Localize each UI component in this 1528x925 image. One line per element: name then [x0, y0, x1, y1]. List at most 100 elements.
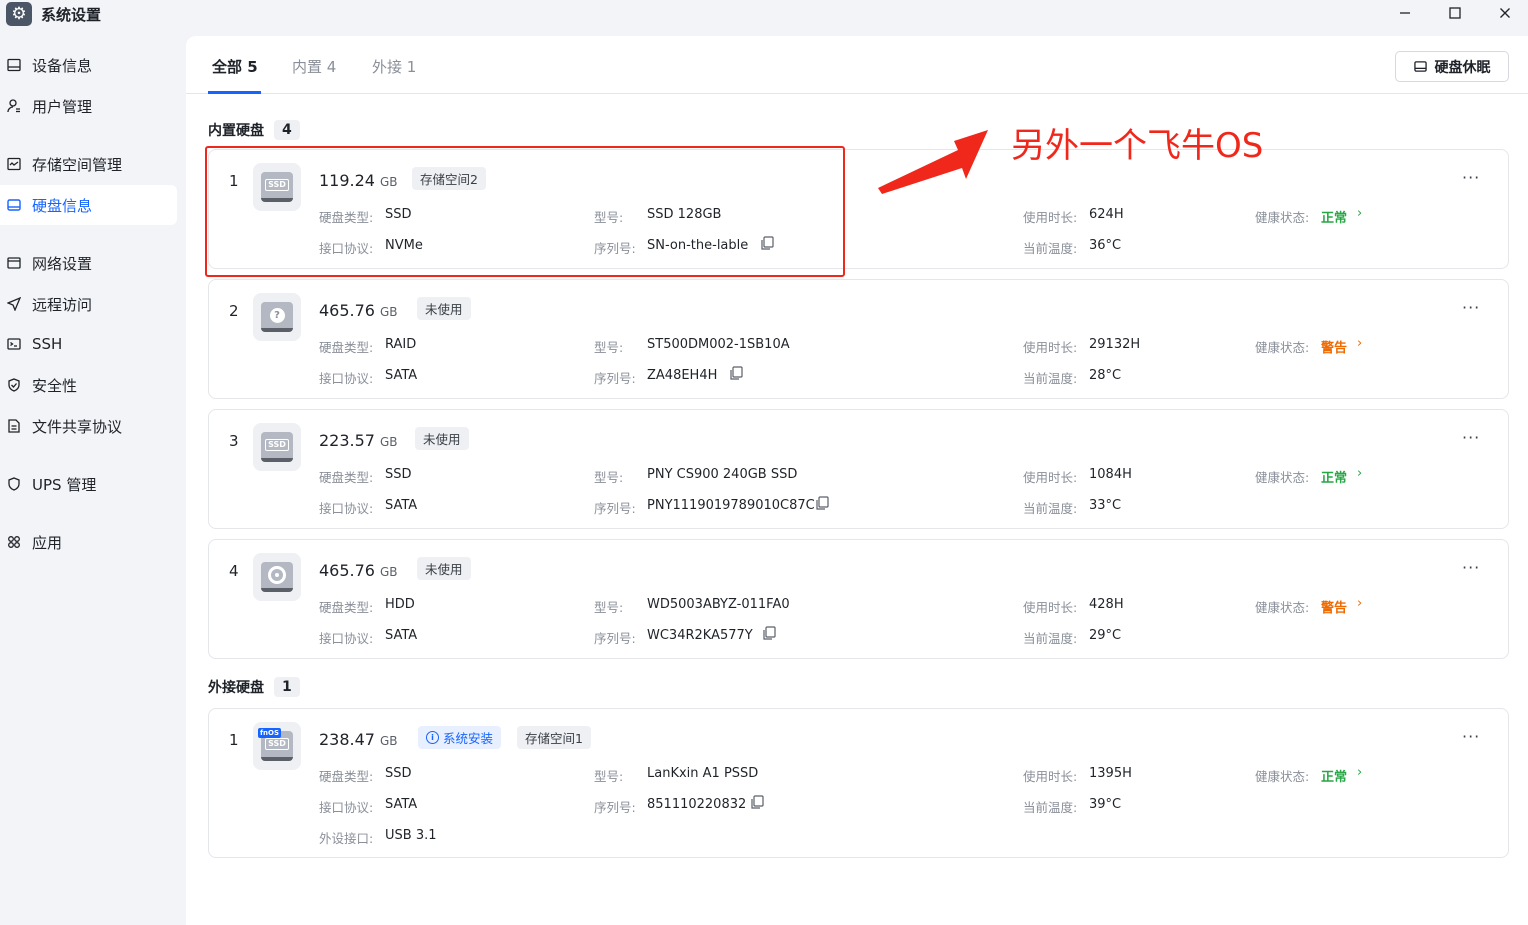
user-icon: [6, 98, 22, 114]
serial-value: ZA48EH4H: [647, 368, 718, 383]
disk-card[interactable]: 4 465.76 GB 未使用 硬盘类型: HDD 接口协议: SATA 型号: …: [208, 539, 1509, 659]
disk-type-label: 硬盘类型:: [319, 769, 374, 784]
section-count: 4: [274, 120, 300, 140]
copy-icon[interactable]: [729, 366, 743, 380]
network-icon: [6, 255, 22, 271]
health-label: 健康状态:: [1255, 470, 1310, 485]
sidebar-item-storage[interactable]: 存储空间管理: [0, 144, 177, 184]
shield-icon: [6, 476, 22, 492]
health-status[interactable]: 正常: [1321, 207, 1347, 226]
serial-label: 序列号:: [594, 800, 636, 815]
protocol-label: 接口协议:: [319, 501, 374, 516]
disk-sleep-label: 硬盘休眠: [1434, 59, 1491, 76]
health-label: 健康状态:: [1255, 600, 1310, 615]
sidebar-item-ups[interactable]: UPS 管理: [0, 464, 177, 504]
sidebar-item-disk-info[interactable]: 硬盘信息: [0, 185, 177, 225]
storage-tag: 存储空间1: [517, 726, 591, 749]
section-title: 内置硬盘: [208, 123, 264, 139]
device-info-icon: [6, 57, 22, 73]
serial-label: 序列号:: [594, 631, 636, 646]
fnos-ssd-icon: fnOS SSD: [253, 722, 301, 770]
external-disks-heading: 外接硬盘 1: [208, 677, 300, 697]
copy-icon[interactable]: [815, 496, 829, 510]
tab-internal[interactable]: 内置 4: [292, 56, 336, 77]
model-value: ST500DM002-1SB10A: [647, 337, 790, 352]
health-status[interactable]: 正常: [1321, 766, 1347, 785]
sidebar-item-apps[interactable]: 应用: [0, 522, 177, 562]
chevron-right-icon[interactable]: ›: [1357, 466, 1362, 481]
model-label: 型号:: [594, 470, 624, 485]
sidebar-item-ssh[interactable]: SSH: [0, 324, 177, 364]
disk-type-label: 硬盘类型:: [319, 340, 374, 355]
serial-value: 851110220832: [647, 797, 747, 812]
more-options-icon[interactable]: ···: [1462, 428, 1480, 447]
usage-value: 428H: [1089, 597, 1124, 612]
disk-type-value: RAID: [385, 337, 417, 352]
chevron-right-icon[interactable]: ›: [1357, 596, 1362, 611]
annotation-arrow-icon: [878, 130, 988, 194]
disk-icon: [6, 197, 22, 213]
sidebar-item-device-info[interactable]: 设备信息: [0, 45, 177, 85]
apps-icon: [6, 534, 22, 550]
system-install-tag: i 系统安装: [418, 726, 502, 749]
health-status[interactable]: 警告: [1321, 597, 1347, 616]
usage-label: 使用时长:: [1023, 210, 1078, 225]
more-options-icon[interactable]: ···: [1462, 168, 1480, 187]
more-options-icon[interactable]: ···: [1462, 727, 1480, 746]
more-options-icon[interactable]: ···: [1462, 298, 1480, 317]
more-options-icon[interactable]: ···: [1462, 558, 1480, 577]
temp-label: 当前温度:: [1023, 501, 1078, 516]
tab-all[interactable]: 全部 5: [212, 56, 258, 77]
protocol-value: SATA: [385, 797, 418, 812]
copy-icon[interactable]: [750, 795, 764, 809]
sidebar-item-label: 远程访问: [32, 295, 93, 314]
sidebar-item-label: 安全性: [32, 376, 78, 395]
usage-label: 使用时长:: [1023, 600, 1078, 615]
protocol-label: 接口协议:: [319, 371, 374, 386]
chevron-right-icon[interactable]: ›: [1357, 765, 1362, 780]
chevron-right-icon[interactable]: ›: [1357, 336, 1362, 351]
section-title: 外接硬盘: [208, 680, 264, 696]
disk-index: 2: [229, 302, 239, 320]
active-tab-indicator: [208, 91, 261, 94]
model-label: 型号:: [594, 769, 624, 784]
disk-card[interactable]: 1 fnOS SSD 238.47 GB i 系统安装 存储空间1 硬盘类型: SSD…: [208, 708, 1509, 858]
disk-icon: [1413, 60, 1427, 73]
health-status[interactable]: 正常: [1321, 467, 1347, 486]
copy-icon[interactable]: [762, 626, 776, 640]
sidebar-item-label: UPS 管理: [32, 475, 97, 494]
chevron-right-icon[interactable]: ›: [1357, 206, 1362, 221]
health-label: 健康状态:: [1255, 340, 1310, 355]
hdd-icon: [253, 553, 301, 601]
model-label: 型号:: [594, 340, 624, 355]
disk-sleep-button[interactable]: 硬盘休眠: [1395, 51, 1509, 82]
disk-card[interactable]: 3 SSD 223.57 GB 未使用 硬盘类型: SSD 接口协议: SATA …: [208, 409, 1509, 529]
disk-card[interactable]: 2 ? 465.76 GB 未使用 硬盘类型: RAID 接口协议: SATA 型…: [208, 279, 1509, 399]
unused-tag: 未使用: [417, 297, 471, 320]
sidebar-item-network[interactable]: 网络设置: [0, 243, 177, 283]
usage-value: 624H: [1089, 207, 1124, 222]
section-count: 1: [274, 677, 300, 697]
disk-index: 1: [229, 731, 239, 749]
serial-label: 序列号:: [594, 501, 636, 516]
temp-value: 29°C: [1089, 628, 1122, 643]
title-bar: ⚙ 系统设置: [0, 0, 1528, 36]
sidebar-item-remote-access[interactable]: 远程访问: [0, 284, 177, 324]
minimize-button[interactable]: [1393, 2, 1417, 24]
sidebar-item-security[interactable]: 安全性: [0, 365, 177, 405]
tab-external[interactable]: 外接 1: [372, 56, 416, 77]
external-port-label: 外设接口:: [319, 831, 374, 846]
disk-capacity: 238.47 GB: [319, 730, 398, 749]
usage-label: 使用时长:: [1023, 769, 1078, 784]
sidebar-item-file-sharing[interactable]: 文件共享协议: [0, 406, 177, 446]
internal-disks-heading: 内置硬盘 4: [208, 120, 300, 140]
send-icon: [6, 296, 22, 312]
protocol-value: SATA: [385, 368, 418, 383]
close-button[interactable]: [1493, 2, 1517, 24]
gear-icon: ⚙: [6, 2, 32, 26]
shield-check-icon: [6, 377, 22, 393]
sidebar-item-users[interactable]: 用户管理: [0, 86, 177, 126]
health-status[interactable]: 警告: [1321, 337, 1347, 356]
ssd-icon: SSD: [253, 423, 301, 471]
maximize-button[interactable]: [1443, 2, 1467, 24]
